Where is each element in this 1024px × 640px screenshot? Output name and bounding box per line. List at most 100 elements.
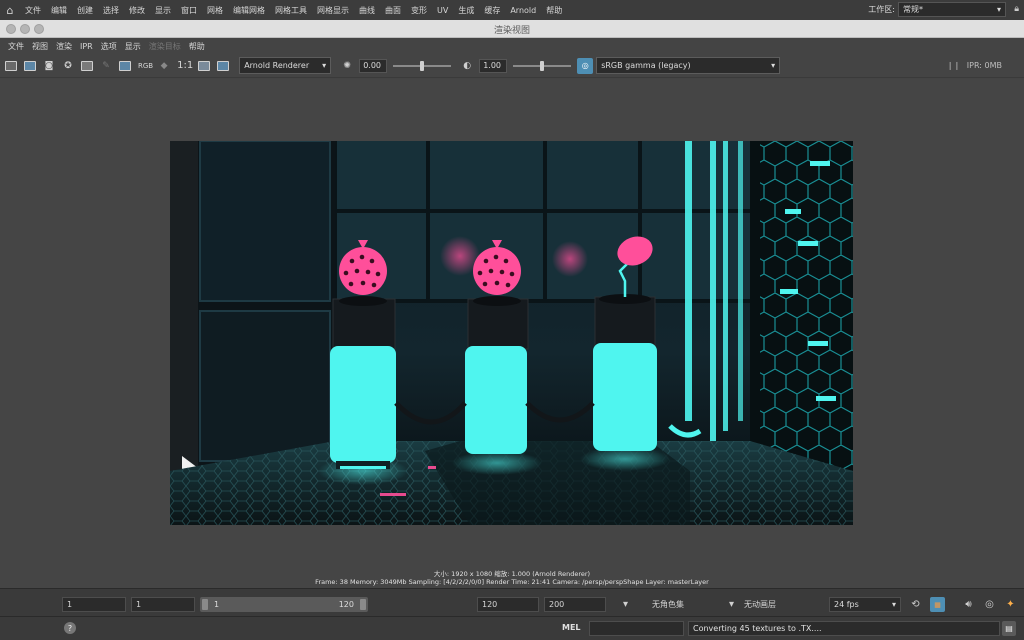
exposure-slider[interactable] [393, 60, 452, 72]
main-menubar: ⌂ 文件 编辑 创建 选择 修改 显示 窗口 网格 编辑网格 网格工具 网格显示… [0, 0, 1024, 20]
character-set-dropdown[interactable]: 无角色集 [636, 597, 684, 612]
menu-uv[interactable]: UV [432, 6, 453, 15]
menu-edit-mesh[interactable]: 编辑网格 [228, 5, 270, 16]
menu-generate[interactable]: 生成 [453, 5, 479, 16]
menu-help[interactable]: 帮助 [541, 5, 567, 16]
time-range-bar: 1 1 1 120 120 200 ▾ 无角色集 ▾ 无动画层 24 fps ▾… [0, 588, 1024, 616]
redo-render-icon[interactable] [3, 59, 19, 73]
range-slider-left-handle[interactable] [202, 599, 208, 610]
window-titlebar: 渲染视图 [0, 20, 1024, 38]
view-transform-dropdown[interactable]: sRGB gamma (legacy) ▾ [596, 57, 781, 74]
mel-language-label[interactable]: MEL [562, 623, 581, 632]
rv-menu-render-targets: 渲染目标 [148, 41, 181, 51]
menu-modify[interactable]: 修改 [124, 5, 150, 16]
menu-surfaces[interactable]: 曲面 [380, 5, 406, 16]
chevron-down-icon: ▾ [771, 61, 776, 70]
loop-icon[interactable]: ⟲ [908, 597, 923, 612]
menu-display[interactable]: 显示 [150, 5, 176, 16]
menu-curves[interactable]: 曲线 [354, 5, 380, 16]
render-viewport[interactable]: 大小: 1920 x 1080 缩放: 1.000 (Arnold Render… [0, 79, 1024, 588]
chevron-down-icon: ▾ [322, 61, 327, 70]
ipr-memory-text: IPR: 0MB [966, 61, 1002, 70]
rv-menu-render[interactable]: 渲染 [52, 41, 76, 52]
range-slider[interactable]: 1 120 [200, 597, 368, 612]
lock-icon[interactable]: 🔒︎ [1014, 4, 1019, 14]
workspace-dropdown[interactable]: 常规* ▾ [898, 2, 1006, 17]
menu-mesh-display[interactable]: 网格显示 [312, 5, 354, 16]
view-transform-value: sRGB gamma (legacy) [601, 61, 691, 70]
rendered-image [170, 141, 853, 525]
rgb-channel-button[interactable]: RGB [138, 62, 153, 70]
rv-menu-help[interactable]: 帮助 [185, 41, 209, 52]
menu-windows[interactable]: 窗口 [176, 5, 202, 16]
character-set-value: 无角色集 [652, 600, 684, 609]
chevron-down-icon[interactable]: ▾ [618, 597, 633, 612]
gamma-icon: ◐ [463, 60, 472, 71]
render-info-size: 大小: 1920 x 1080 缩放: 1.000 (Arnold Render… [433, 570, 591, 578]
keep-image-icon[interactable] [117, 59, 133, 73]
mel-command-input[interactable] [589, 621, 684, 636]
cache-playback-icon[interactable]: ▦ [930, 597, 945, 612]
gamma-slider-handle[interactable] [540, 60, 545, 71]
rv-menu-view[interactable]: 视图 [28, 41, 52, 52]
fps-value: 24 fps [834, 600, 859, 609]
range-slider-start: 1 [214, 600, 220, 609]
playback-start-field[interactable]: 1 [131, 597, 195, 612]
window-title: 渲染视图 [493, 26, 530, 36]
tuning-icon[interactable]: ✎ [98, 59, 114, 73]
render-info: 大小: 1920 x 1080 缩放: 1.000 (Arnold Render… [0, 570, 1024, 586]
range-slider-right-handle[interactable] [360, 599, 366, 610]
real-size-button[interactable]: 1:1 [177, 60, 193, 71]
renderer-value: Arnold Renderer [244, 61, 310, 70]
rv-menu-display[interactable]: 显示 [121, 41, 145, 52]
help-icon[interactable]: ? [64, 622, 76, 634]
color-management-icon[interactable]: ◎ [577, 57, 594, 74]
menu-create[interactable]: 创建 [72, 5, 98, 16]
rv-menu-ipr[interactable]: IPR [76, 42, 97, 51]
workspace-label: 工作区: [868, 5, 895, 14]
ipr-render-icon[interactable]: ✪ [60, 59, 76, 73]
chevron-down-icon: ▾ [996, 5, 1001, 14]
menu-file[interactable]: 文件 [20, 5, 46, 16]
menu-select[interactable]: 选择 [98, 5, 124, 16]
frame-region-icon[interactable] [215, 59, 231, 73]
snapshot-icon[interactable]: ◙ [41, 59, 57, 73]
gamma-slider[interactable] [513, 60, 572, 72]
frame-image-icon[interactable] [196, 59, 212, 73]
auto-key-icon[interactable]: ◎ [982, 597, 997, 612]
menu-mesh[interactable]: 网格 [202, 5, 228, 16]
script-editor-icon[interactable]: ▤ [1002, 621, 1016, 636]
alpha-channel-icon[interactable]: ◆ [156, 59, 172, 73]
command-result-line: Converting 45 textures to .TX.... [688, 621, 1000, 636]
render-region-icon[interactable] [22, 59, 38, 73]
command-line-bar: ? MEL Converting 45 textures to .TX.... … [0, 616, 1024, 640]
refresh-ipr-icon[interactable] [79, 59, 95, 73]
gamma-field[interactable]: 1.00 [479, 58, 508, 73]
animation-start-field[interactable]: 1 [62, 597, 126, 612]
sound-icon[interactable]: 🔊︎ [961, 597, 976, 612]
anim-layer-dropdown[interactable]: 无动画层 [728, 597, 776, 612]
animation-end-field[interactable]: 200 [544, 597, 606, 612]
menu-cache[interactable]: 缓存 [479, 5, 505, 16]
home-icon[interactable]: ⌂ [0, 4, 20, 17]
menu-mesh-tools[interactable]: 网格工具 [270, 5, 312, 16]
render-view-menubar: 文件 视图 渲染 IPR 选项 显示 渲染目标 帮助 [0, 38, 1024, 54]
fps-dropdown[interactable]: 24 fps ▾ [829, 597, 901, 612]
rv-menu-file[interactable]: 文件 [4, 41, 28, 52]
range-slider-end: 120 [338, 600, 354, 609]
pause-ipr-icon[interactable]: ❙❙ [947, 61, 960, 70]
anim-layer-value: 无动画层 [744, 600, 776, 609]
preferences-icon[interactable]: ✦ [1003, 597, 1018, 612]
renderer-dropdown[interactable]: Arnold Renderer ▾ [239, 57, 332, 74]
menu-deform[interactable]: 变形 [406, 5, 432, 16]
exposure-slider-handle[interactable] [420, 60, 425, 71]
menu-arnold[interactable]: Arnold [505, 6, 541, 15]
exposure-field[interactable]: 0.00 [359, 58, 388, 73]
rv-menu-options[interactable]: 选项 [97, 41, 121, 52]
menu-edit[interactable]: 编辑 [46, 5, 72, 16]
render-scene [170, 141, 853, 525]
playback-end-field[interactable]: 120 [477, 597, 539, 612]
ipr-memory-status: ❙❙ IPR: 0MB [947, 61, 1002, 70]
workspace-value: 常规* [903, 5, 923, 14]
chevron-down-icon: ▾ [891, 600, 896, 609]
